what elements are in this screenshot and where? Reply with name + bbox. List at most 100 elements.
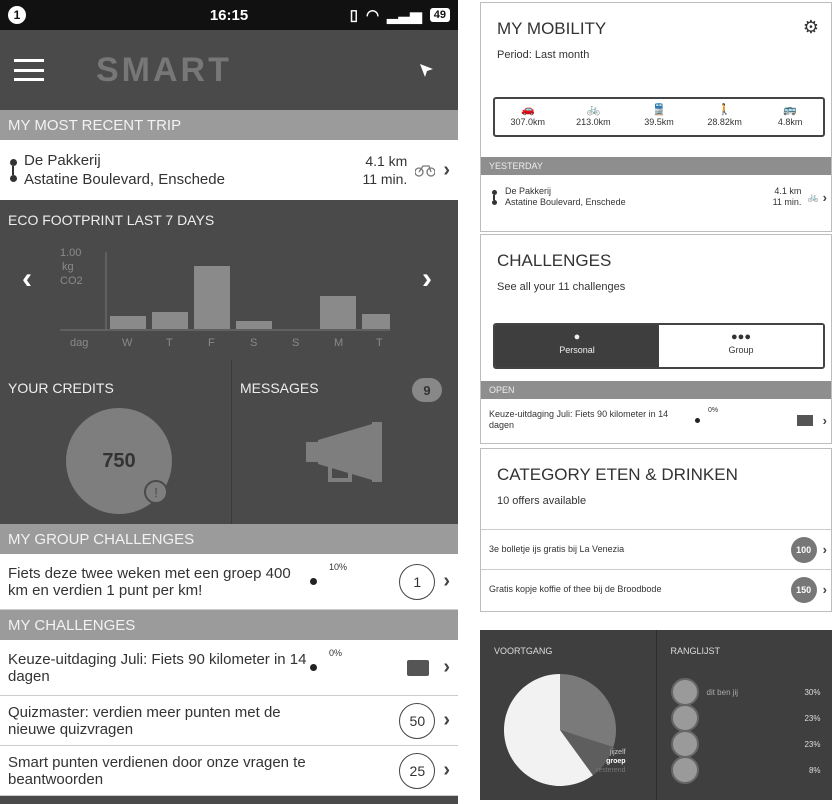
chevron-right-icon[interactable]: › (422, 262, 432, 296)
legend-rest: resterend (596, 767, 626, 774)
challenge-type-toggle: ● Personal ●●● Group (493, 323, 825, 369)
phone-screen: 1 16:15 ▯ ◠ ▂▃▅ 49 SMART MY MOST RECENT … (0, 0, 458, 804)
category-panel: CATEGORY ETEN & DRINKEN 10 offers availa… (480, 448, 832, 612)
vibrate-icon: ▯ (349, 7, 359, 24)
bike-icon (415, 165, 436, 177)
location-arrow-icon[interactable] (418, 62, 434, 78)
avatar (670, 756, 699, 784)
messages-count-badge: 9 (412, 378, 442, 402)
challenge-row[interactable]: Smart punten verdienen door onze vragen … (0, 746, 458, 796)
ranking-row[interactable]: dit ben jij 30% (670, 678, 821, 706)
car-icon: 🚗 (520, 104, 535, 116)
route-icon (8, 158, 18, 182)
bike-icon: 🚲 (807, 191, 819, 202)
ranking-pct: 23% (804, 713, 821, 723)
bike-icon: 🚲 (586, 104, 601, 116)
challenges-subtitle[interactable]: See all your 11 challenges (481, 271, 831, 293)
bar-s1 (236, 321, 272, 329)
challenge-points: 25 (399, 752, 436, 789)
yesterday-trip-row[interactable]: De Pakkerij Astatine Boulevard, Enschede… (481, 175, 831, 219)
chevron-right-icon: › (443, 759, 450, 781)
chevron-right-icon: › (822, 542, 827, 557)
offer-row[interactable]: Gratis kopje koffie of thee bij de Brood… (481, 569, 831, 609)
ranking-name: dit ben jij (706, 687, 739, 697)
svg-text:F: F (208, 337, 215, 349)
trip-origin: De Pakkerij (24, 152, 101, 169)
group-challenge-row[interactable]: Fiets deze twee weken met een groep 400 … (0, 554, 458, 610)
messages-tile[interactable]: MESSAGES 9 (232, 360, 458, 524)
ranking-row[interactable]: 8% (670, 756, 821, 784)
menu-icon[interactable] (14, 59, 44, 81)
challenges-title: CHALLENGES (497, 251, 612, 270)
messages-title: MESSAGES (240, 380, 319, 396)
voortgang-section: VOORTGANG jijzelf groep resterend (480, 630, 656, 800)
mobility-period: Period: Last month (497, 49, 590, 61)
widget-column: MY MOBILITY Period: Last month ⚙ 🚗 307.0k… (480, 0, 832, 804)
ranking-row[interactable]: 23% (670, 730, 821, 758)
eco-footprint-panel: ECO FOOTPRINT LAST 7 DAYS ‹ › 1.00 kg CO… (0, 200, 458, 360)
chevron-right-icon: › (822, 412, 827, 428)
ranking-row[interactable]: 23% (670, 704, 821, 732)
signal-icon: ▂▃▅ (387, 7, 422, 24)
eco-xlabel: dag (70, 337, 88, 349)
credits-tile[interactable]: YOUR CREDITS 750 ! (0, 360, 232, 524)
chevron-right-icon: › (822, 189, 827, 205)
yesterday-duration: 11 min. (772, 197, 802, 207)
mobility-title: MY MOBILITY (497, 19, 607, 38)
mode-bus: 🚌 4.8km (757, 99, 823, 135)
eco-footprint-title: ECO FOOTPRINT LAST 7 DAYS (8, 212, 215, 228)
challenge-row[interactable]: Keuze-uitdaging Juli: Fiets 90 kilometer… (0, 640, 458, 696)
challenge-text: Smart punten verdienen door onze vragen … (8, 753, 306, 788)
ranglijst-section: RANGLIJST dit ben jij 30% 23% 23% 8% (655, 630, 832, 800)
credits-title: YOUR CREDITS (8, 380, 114, 396)
ranking-pct: 8% (808, 765, 821, 775)
app-logo: SMART (96, 50, 232, 89)
offer-row[interactable]: 3e bolletje ijs gratis bij La Venezia 10… (481, 529, 831, 569)
status-bar: 1 16:15 ▯ ◠ ▂▃▅ 49 (0, 0, 458, 30)
svg-text:M: M (334, 337, 343, 349)
svg-text:S: S (292, 337, 299, 349)
mode-car: 🚗 307.0km (495, 99, 561, 135)
train-icon: 🚆 (652, 104, 666, 116)
recent-trip-header: MY MOST RECENT TRIP (0, 110, 458, 140)
svg-text:T: T (166, 337, 173, 349)
challenge-row[interactable]: Quizmaster: verdien meer punten met de n… (0, 696, 458, 746)
open-challenge-row[interactable]: Keuze-uitdaging Juli: Fiets 90 kilometer… (481, 399, 831, 441)
challenge-points: 50 (399, 702, 436, 739)
notification-icon: 1 (8, 6, 26, 24)
chevron-right-icon: › (822, 582, 827, 597)
tab-group[interactable]: ●●● Group (659, 325, 823, 367)
challenge-pct: 0% (329, 648, 343, 658)
bar-t (152, 312, 188, 329)
bar-w (110, 316, 146, 329)
svg-text:S: S (250, 337, 257, 349)
yesterday-distance: 4.1 km (774, 186, 802, 196)
info-icon[interactable]: ! (144, 480, 168, 504)
challenge-text: Quizmaster: verdien meer punten met de n… (8, 703, 281, 738)
ranking-pct: 23% (804, 739, 821, 749)
mobility-panel: MY MOBILITY Period: Last month ⚙ 🚗 307.0k… (480, 2, 832, 232)
chevron-right-icon: › (443, 656, 450, 678)
chevron-left-icon[interactable]: ‹ (22, 262, 32, 296)
group-icon: ●●● (731, 331, 751, 343)
recent-trip-row[interactable]: De Pakkerij Astatine Boulevard, Enschede… (0, 140, 458, 200)
mode-train: 🚆 39.5km (626, 99, 692, 135)
gear-icon[interactable]: ⚙ (803, 17, 819, 38)
progress-dot (310, 578, 317, 585)
route-icon (489, 189, 499, 205)
progress-panel: VOORTGANG jijzelf groep resterend RANGLI… (480, 630, 832, 800)
ranking-pct: 30% (804, 687, 821, 697)
trip-duration: 11 min. (362, 171, 408, 187)
legend-group: groep (606, 758, 626, 765)
app-bar: SMART (0, 30, 458, 110)
tab-personal[interactable]: ● Personal (495, 325, 659, 367)
person-icon: ● (573, 331, 581, 343)
offer-text: 3e bolletje ijs gratis bij La Venezia (489, 544, 625, 554)
eco-unit-co2: CO2 (60, 275, 83, 287)
svg-text:W: W (122, 337, 133, 349)
legend-self: jijzelf (610, 749, 626, 756)
walk-icon: 🚶 (717, 104, 732, 116)
wifi-icon: ◠ (366, 7, 380, 24)
status-icons: ▯ ◠ ▂▃▅ 49 (350, 6, 450, 24)
progress-dot (310, 664, 317, 671)
